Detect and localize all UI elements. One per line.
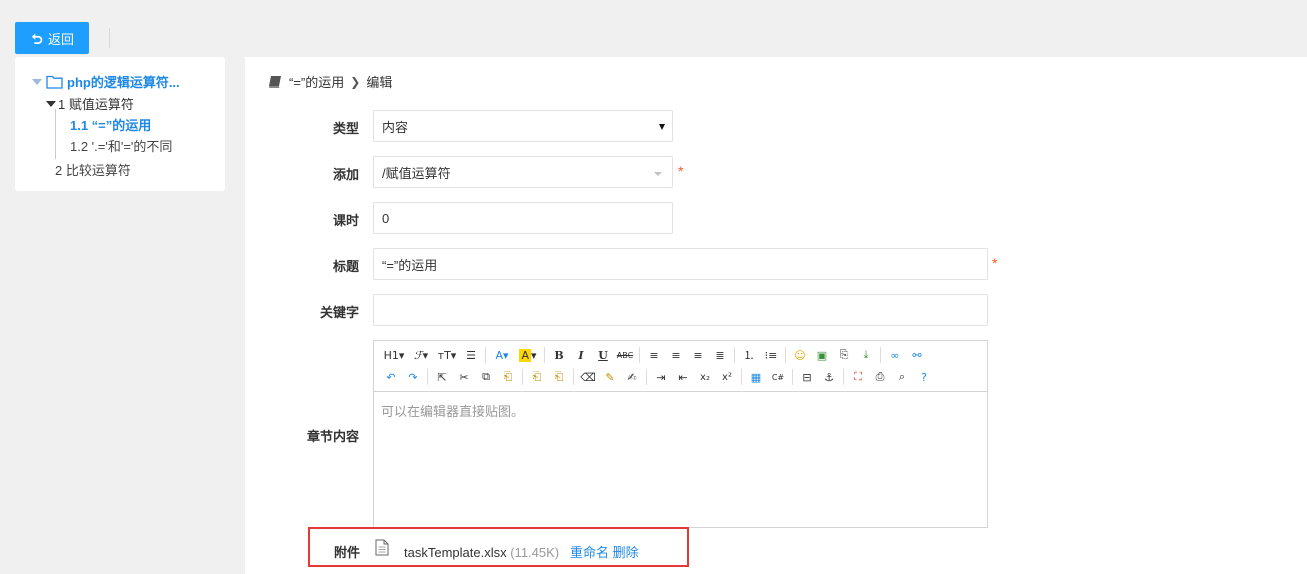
type-select-value: 内容 (382, 119, 409, 135)
fullscreen-icon[interactable]: ⛶ (847, 367, 869, 387)
highlight-icon[interactable]: A ▾ (515, 345, 541, 365)
caret-down-icon (659, 124, 665, 130)
align-left-icon[interactable]: ≡ (643, 345, 665, 365)
title-input-value: “=”的运用 (382, 257, 438, 273)
attachment-file: taskTemplate.xlsx (11.45K) 重命名 删除 (404, 542, 639, 561)
divider (109, 28, 110, 48)
hours-input-value: 0 (382, 210, 390, 226)
back-button-label: 返回 (47, 31, 74, 47)
strikethrough-icon[interactable]: ABC (614, 345, 636, 365)
add-label: 添加 (332, 167, 359, 182)
line-height-icon[interactable]: ☰ (460, 345, 482, 365)
collapse-arrow-icon[interactable] (46, 100, 56, 107)
page-break-icon[interactable]: ⊟ (796, 367, 818, 387)
top-bar: 返回 (0, 6, 1307, 56)
attachment-filename: taskTemplate.xlsx (404, 545, 507, 560)
back-button[interactable]: 返回 (15, 22, 89, 54)
type-label: 类型 (332, 121, 359, 136)
add-select[interactable]: /赋值运算符 (373, 156, 673, 188)
folder-icon (46, 75, 63, 89)
content-label: 章节内容 (306, 429, 359, 444)
font-color-icon[interactable]: A▾ (489, 345, 515, 365)
source-icon[interactable]: ⎙ (869, 367, 891, 387)
editor-toolbar: H1▾ ℱ ▾ тT▾ ☰ A▾ A ▾ B I U ABC ≡ ≡ ≡ ≣ ⒈ ⁝… (374, 341, 987, 392)
underline-icon[interactable]: U (592, 345, 614, 365)
hours-input[interactable]: 0 (373, 202, 673, 234)
title-label: 标题 (332, 259, 359, 274)
tree-item-section-1-1[interactable]: 1.1 “=”的运用 (70, 115, 151, 134)
delete-link[interactable]: 删除 (613, 545, 639, 560)
chapter-tree: php的逻辑运算符... 1 赋值运算符 1.1 “=”的运用 1.2 '.='… (15, 57, 225, 191)
redo-icon[interactable]: ↷ (402, 367, 424, 387)
keyword-label: 关键字 (319, 305, 359, 320)
add-select-value: /赋值运算符 (382, 165, 451, 181)
format-icon[interactable]: ✍ (621, 367, 643, 387)
code-block-icon[interactable]: C# (767, 367, 789, 387)
outdent-icon[interactable]: ⇤ (672, 367, 694, 387)
image-icon[interactable]: ▣ (811, 345, 833, 365)
tree-item-chapter-2[interactable]: 2 比较运算符 (55, 160, 131, 179)
rich-text-editor: H1▾ ℱ ▾ тT▾ ☰ A▾ A ▾ B I U ABC ≡ ≡ ≡ ≣ ⒈ ⁝… (373, 340, 988, 528)
paste-text-icon[interactable]: ⎗ (526, 367, 548, 387)
breadcrumb-action: 编辑 (366, 75, 393, 90)
paste-icon[interactable]: ⎗ (497, 367, 519, 387)
anchor-icon[interactable]: ⚓ (818, 367, 840, 387)
attachment-icon[interactable]: ⎘ (833, 345, 855, 365)
attachment-highlight: 附件 taskTemplate.xlsx (11.45K) 重命名 删除 (308, 527, 689, 567)
required-mark: * (992, 255, 998, 271)
cut-icon[interactable]: ✂ (453, 367, 475, 387)
tree-item-chapter-1[interactable]: 1 赋值运算符 (46, 94, 134, 113)
italic-icon[interactable]: I (570, 345, 592, 365)
format-brush-icon[interactable]: ✎ (599, 367, 621, 387)
heading-icon[interactable]: H1▾ (380, 345, 408, 365)
ordered-list-icon[interactable]: ⒈ (738, 345, 760, 365)
unlink-icon[interactable]: ⚯ (906, 345, 928, 365)
type-select[interactable]: 内容 (373, 110, 673, 142)
file-icon (375, 539, 389, 556)
help-icon[interactable]: ? (913, 367, 935, 387)
align-center-icon[interactable]: ≡ (665, 345, 687, 365)
tree-item-section-1-2[interactable]: 1.2 '.='和'='的不同 (70, 136, 172, 155)
preview-icon[interactable]: ⌕ (891, 367, 913, 387)
tree-item-label: 1 赋值运算符 (58, 97, 134, 112)
breadcrumb: “=”的运用 ❯ 编辑 (268, 72, 392, 91)
edit-panel: “=”的运用 ❯ 编辑 类型 内容 添加 /赋值运算符 * 课时 0 标题 “=… (245, 57, 1307, 574)
title-input[interactable]: “=”的运用 (373, 248, 988, 280)
attachment-size: (11.45K) (510, 545, 560, 560)
superscript-icon[interactable]: x² (716, 367, 738, 387)
copy-icon[interactable]: ⧉ (475, 367, 497, 387)
keyword-input[interactable] (373, 294, 988, 326)
table-icon[interactable]: ▦ (745, 367, 767, 387)
undo-icon (31, 33, 43, 44)
link-icon[interactable]: ∞ (884, 345, 906, 365)
breadcrumb-current[interactable]: “=”的运用 (289, 72, 344, 91)
align-right-icon[interactable]: ≡ (687, 345, 709, 365)
insert-code-icon[interactable]: ⤓ (855, 345, 877, 365)
book-icon (269, 75, 281, 88)
caret-down-icon (654, 172, 662, 176)
chevron-right-icon: ❯ (350, 74, 361, 89)
align-justify-icon[interactable]: ≣ (709, 345, 731, 365)
hours-label: 课时 (332, 213, 359, 228)
rename-link[interactable]: 重命名 (570, 545, 609, 560)
tree-root[interactable]: php的逻辑运算符... (32, 72, 180, 91)
undo-icon[interactable]: ↶ (380, 367, 402, 387)
attachment-label: 附件 (334, 545, 361, 560)
eraser-icon[interactable]: ⌫ (577, 367, 599, 387)
font-size-icon[interactable]: тT▾ (434, 345, 460, 365)
required-mark: * (678, 163, 684, 179)
editor-placeholder: 可以在编辑器直接贴图。 (381, 404, 525, 419)
select-pointer-icon[interactable]: ⇱ (431, 367, 453, 387)
tree-root-label: php的逻辑运算符... (67, 75, 180, 90)
expand-arrow-icon[interactable] (32, 78, 42, 85)
indent-icon[interactable]: ⇥ (650, 367, 672, 387)
subscript-icon[interactable]: x₂ (694, 367, 716, 387)
unordered-list-icon[interactable]: ⁝≡ (760, 345, 782, 365)
emoji-icon[interactable]: ☺ (789, 345, 811, 365)
bold-icon[interactable]: B (548, 345, 570, 365)
font-family-icon[interactable]: ℱ ▾ (408, 345, 434, 365)
paste-word-icon[interactable]: ⎗ (548, 367, 570, 387)
editor-content-area[interactable]: 可以在编辑器直接贴图。 (374, 392, 987, 429)
tree-guide-line (55, 109, 56, 159)
